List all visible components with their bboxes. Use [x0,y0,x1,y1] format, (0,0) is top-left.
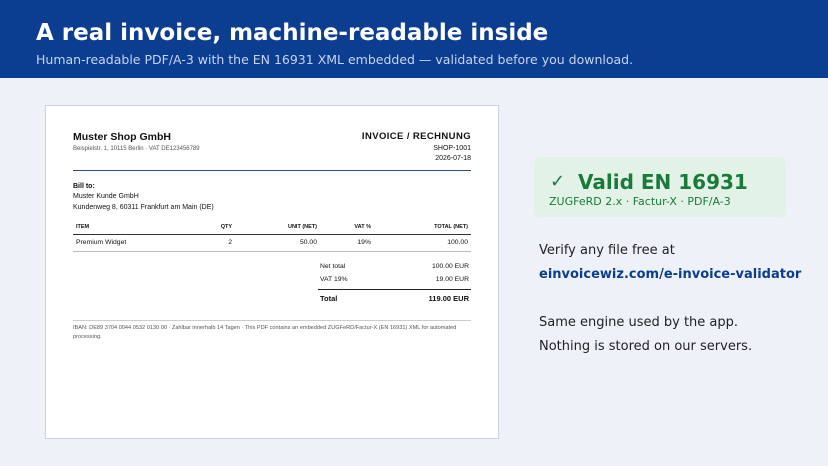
invoice-footer-note: IBAN: DE89 3704 0044 0532 0130 00 · Zahl… [73,325,457,340]
line-item-unit-price: 50.00 [235,234,320,252]
column-header-unit: UNIT (NET) [235,224,320,235]
validator-link[interactable]: einvoicewiz.com/e-invoice-validator [539,267,801,282]
vat-total-value: 19.00 EUR [435,276,469,283]
line-item-name: Premium Widget [73,234,188,252]
hero-banner: A real invoice, machine-readable inside … [0,0,828,78]
totals-vat-row: VAT 19% 19.00 EUR [318,272,471,290]
engine-note: Same engine used by the app. [539,315,739,330]
verify-text: Verify any file free at [539,243,675,258]
invoice-number: SHOP-1001 [433,145,471,152]
seller-name: Muster Shop GmbH [73,131,172,143]
line-item-total: 100.00 [374,234,471,252]
hero-subtitle: Human-readable PDF/A-3 with the EN 16931… [36,52,634,67]
seller-address: Beispielstr. 1, 10115 Berlin · VAT DE123… [73,146,200,152]
totals-net-row: Net total 100.00 EUR [318,261,471,272]
grand-total-value: 119.00 EUR [381,289,471,305]
footer-divider [73,320,471,321]
column-header-vat: VAT % [320,224,374,235]
totals-grand-row: Total 119.00 EUR [318,289,471,305]
header-divider [73,170,471,171]
net-total-value: 100.00 EUR [431,263,469,270]
invoice-doc-title: INVOICE / RECHNUNG [361,131,471,142]
vat-total-label: VAT 19% [320,276,348,283]
column-header-qty: QTY [188,224,235,235]
validation-formats: ZUGFeRD 2.x · Factur-X · PDF/A-3 [549,195,731,208]
grand-total-label: Total [318,289,382,305]
net-total-label: Net total [320,263,346,270]
line-item-qty: 2 [188,234,235,252]
validation-title: Valid EN 16931 [578,170,748,194]
column-header-total: TOTAL (NET) [374,224,471,235]
bill-to-label: Bill to: [73,183,95,190]
table-header-row: ITEM QTY UNIT (NET) VAT % TOTAL (NET) [73,224,471,235]
totals-table: Net total 100.00 EUR VAT 19% 19.00 EUR T… [318,261,471,305]
invoice-preview: Muster Shop GmbH Beispielstr. 1, 10115 B… [45,105,499,439]
validation-status-card: ✓ Valid EN 16931 ZUGFeRD 2.x · Factur-X … [534,157,786,217]
invoice-date: 2026-07-18 [435,155,471,162]
line-items-table: ITEM QTY UNIT (NET) VAT % TOTAL (NET) Pr… [73,224,471,252]
column-header-item: ITEM [73,224,188,235]
line-item-vat-rate: 19% [320,234,374,252]
table-row: Premium Widget 2 50.00 19% 100.00 [73,234,471,252]
bill-to-name: Muster Kunde GmbH [73,193,139,200]
check-icon: ✓ [550,171,566,192]
privacy-note: Nothing is stored on our servers. [539,339,753,354]
bill-to-address: Kundenweg 8, 60311 Frankfurt am Main (DE… [73,204,214,211]
hero-title: A real invoice, machine-readable inside [36,20,549,46]
